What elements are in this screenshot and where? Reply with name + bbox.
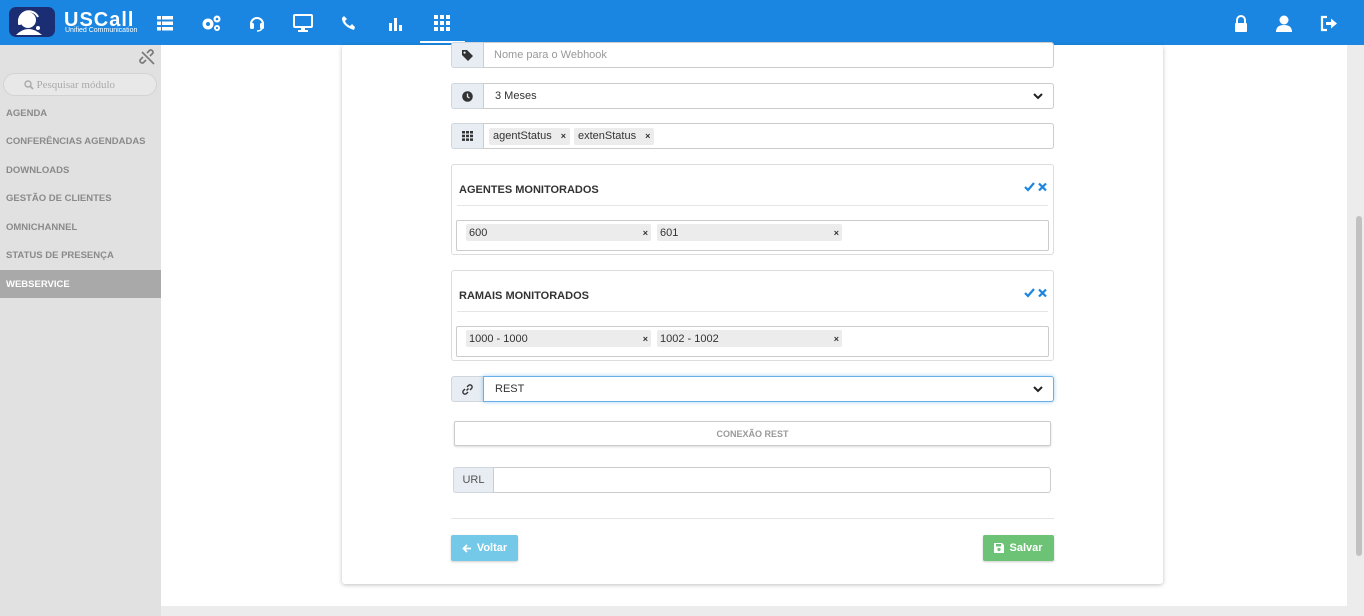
check-icon[interactable] xyxy=(1024,288,1035,298)
chevron-down-icon xyxy=(1033,92,1043,99)
extensions-panel: RAMAIS MONITORADOS 1000 - 1000 × 1002 - 1… xyxy=(451,270,1054,361)
remove-tag-icon[interactable]: × xyxy=(834,228,839,238)
grid-icon xyxy=(451,123,483,149)
sidebar-item-webservice[interactable]: WEBSERVICE xyxy=(0,270,161,298)
save-button-label: Salvar xyxy=(1009,542,1043,554)
logo-badge-icon xyxy=(9,7,55,37)
module-search-input[interactable] xyxy=(36,78,137,91)
brand-logo[interactable]: USCall Unified Communication xyxy=(8,5,158,39)
sidebar-item-status-presenca[interactable]: STATUS DE PRESENÇA xyxy=(0,241,161,269)
connection-type-field: REST xyxy=(451,376,1054,402)
agent-tag: 601 × xyxy=(657,224,842,241)
sidebar-item-agenda[interactable]: AGENDA xyxy=(0,99,161,127)
agents-tag-input[interactable]: 600 × 601 × xyxy=(456,220,1049,251)
floppy-disk-icon xyxy=(994,543,1005,553)
divider xyxy=(457,205,1048,206)
rest-connection-section-button[interactable]: CONEXÃO REST xyxy=(454,421,1051,446)
nav-list-icon[interactable] xyxy=(150,8,180,38)
agent-tag: 600 × xyxy=(466,224,651,241)
nav-cogs-icon[interactable] xyxy=(196,8,226,38)
user-icon[interactable] xyxy=(1269,8,1299,38)
clock-icon xyxy=(451,83,483,109)
url-field: URL xyxy=(453,467,1051,493)
extensions-tag-input[interactable]: 1000 - 1000 × 1002 - 1002 × xyxy=(456,326,1049,357)
url-input[interactable] xyxy=(504,474,1040,486)
url-label: URL xyxy=(453,467,493,493)
period-select[interactable]: 3 Meses xyxy=(483,83,1054,109)
nav-headset-icon[interactable] xyxy=(242,8,272,38)
arrow-left-icon xyxy=(462,543,471,553)
remove-tag-icon[interactable]: × xyxy=(643,228,648,238)
period-field: 3 Meses xyxy=(451,83,1054,109)
event-tag: extenStatus × xyxy=(573,127,655,145)
check-icon[interactable] xyxy=(1024,182,1035,192)
remove-tag-icon[interactable]: × xyxy=(561,131,566,141)
events-field: agentStatus × extenStatus × xyxy=(451,123,1054,149)
close-icon[interactable] xyxy=(1038,288,1047,298)
nav-phone-icon[interactable] xyxy=(334,8,364,38)
nav-bar-chart-icon[interactable] xyxy=(381,8,411,38)
nav-grid-icon[interactable] xyxy=(427,8,457,38)
chevron-down-icon xyxy=(1033,385,1043,392)
webhook-name-field xyxy=(451,42,1054,68)
divider xyxy=(457,311,1048,312)
logout-icon[interactable] xyxy=(1314,8,1344,38)
remove-tag-icon[interactable]: × xyxy=(834,334,839,344)
sidebar-item-downloads[interactable]: DOWNLOADS xyxy=(0,156,161,184)
webhook-name-input[interactable] xyxy=(494,49,1043,61)
period-select-value: 3 Meses xyxy=(495,90,537,102)
form-divider xyxy=(451,518,1054,519)
link-icon xyxy=(451,376,483,402)
back-button[interactable]: Voltar xyxy=(451,535,518,561)
tag-icon xyxy=(451,42,483,68)
module-search[interactable] xyxy=(3,73,157,96)
search-icon xyxy=(23,79,34,90)
agents-panel: AGENTES MONITORADOS 600 × 601 × xyxy=(451,164,1054,255)
back-button-label: Voltar xyxy=(476,542,508,554)
agents-panel-title: AGENTES MONITORADOS xyxy=(459,184,599,196)
event-tag: agentStatus × xyxy=(489,127,570,145)
scrollbar[interactable] xyxy=(1356,216,1362,556)
top-navbar: USCall Unified Communication xyxy=(0,0,1364,45)
events-tag-input[interactable]: agentStatus × extenStatus × xyxy=(483,123,1054,149)
remove-tag-icon[interactable]: × xyxy=(643,334,648,344)
save-button[interactable]: Salvar xyxy=(983,535,1054,561)
sidebar-item-omnichannel[interactable]: OMNICHANNEL xyxy=(0,213,161,241)
extensions-panel-title: RAMAIS MONITORADOS xyxy=(459,290,589,302)
close-icon[interactable] xyxy=(1038,182,1047,192)
remove-tag-icon[interactable]: × xyxy=(645,131,650,141)
extension-tag: 1000 - 1000 × xyxy=(466,330,651,347)
extension-tag: 1002 - 1002 × xyxy=(657,330,842,347)
brand-subtitle: Unified Communication xyxy=(65,27,138,34)
nav-monitor-icon[interactable] xyxy=(288,8,318,38)
lock-icon[interactable] xyxy=(1226,8,1256,38)
connection-type-value: REST xyxy=(495,383,525,395)
sidebar: AGENDA CONFERÊNCIAS AGENDADAS DOWNLOADS … xyxy=(0,45,161,616)
sidebar-item-conferencias[interactable]: CONFERÊNCIAS AGENDADAS xyxy=(0,127,161,155)
connection-type-select[interactable]: REST xyxy=(483,376,1054,402)
sidebar-item-gestao-clientes[interactable]: GESTÃO DE CLIENTES xyxy=(0,184,161,212)
unpin-icon[interactable] xyxy=(139,49,157,67)
